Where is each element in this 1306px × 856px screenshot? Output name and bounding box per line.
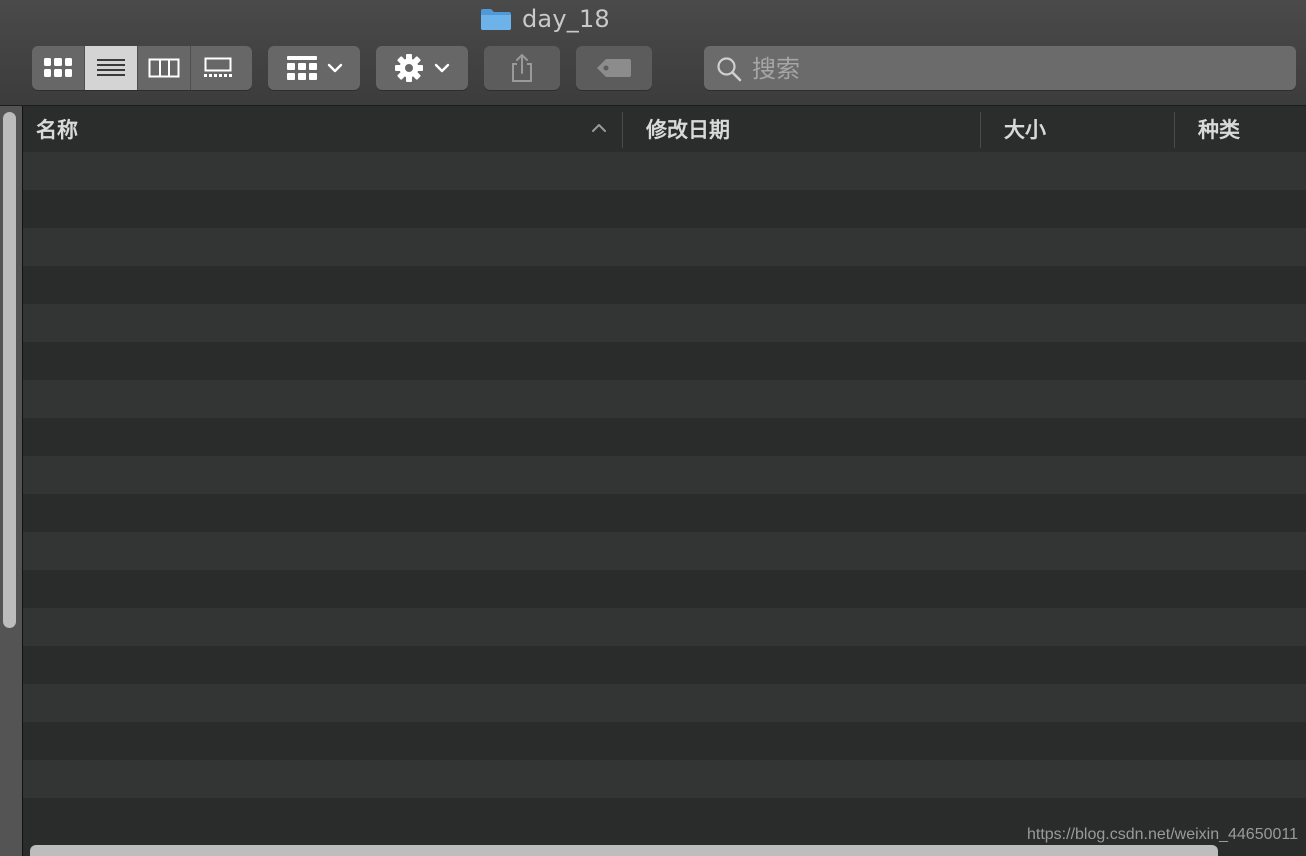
group-button[interactable] [268,46,360,90]
folder-icon [481,9,511,30]
toolbar: day_18 [0,0,1306,106]
search-input[interactable] [750,52,1284,86]
group-grid-icon [287,56,317,80]
column-divider[interactable] [622,112,623,148]
search-icon [717,57,742,82]
column-header-kind[interactable]: 种类 [1198,106,1240,152]
list-view-button[interactable] [85,46,138,90]
list-row[interactable] [23,532,1306,570]
window-title-text: day_18 [522,5,610,33]
list-row[interactable] [23,342,1306,380]
window-title: day_18 [480,4,610,34]
list-row[interactable] [23,760,1306,798]
sort-ascending-icon[interactable] [591,122,607,134]
list-row[interactable] [23,152,1306,190]
action-button[interactable] [376,46,468,90]
list-row[interactable] [23,684,1306,722]
view-mode-control [32,46,252,90]
gear-icon [395,54,423,82]
chevron-down-icon [434,63,450,73]
column-view-icon [148,58,180,78]
tag-button[interactable] [576,46,652,90]
share-button[interactable] [484,46,560,90]
list-row[interactable] [23,380,1306,418]
list-row[interactable] [23,494,1306,532]
horizontal-scrollbar[interactable] [30,845,1218,856]
chevron-down-icon [327,63,343,73]
list-view-icon [97,59,125,76]
list-row[interactable] [23,304,1306,342]
column-header-size[interactable]: 大小 [1004,106,1046,152]
list-row[interactable] [23,646,1306,684]
share-icon [512,54,532,82]
search-field[interactable] [704,46,1296,90]
icon-view-icon [44,58,72,77]
list-row[interactable] [23,722,1306,760]
vertical-scrollbar[interactable] [3,112,16,628]
gallery-view-button[interactable] [191,46,244,90]
list-row[interactable] [23,228,1306,266]
list-header: 名称 修改日期 大小 种类 [23,106,1306,153]
column-header-modified[interactable]: 修改日期 [646,106,730,152]
gallery-view-icon [203,57,232,77]
column-view-button[interactable] [138,46,191,90]
column-divider[interactable] [980,112,981,148]
list-row[interactable] [23,418,1306,456]
list-row[interactable] [23,570,1306,608]
watermark-text: https://blog.csdn.net/weixin_44650011 [1026,826,1298,843]
file-list[interactable] [23,152,1306,838]
tag-icon [597,59,631,77]
column-divider[interactable] [1174,112,1175,148]
list-row[interactable] [23,456,1306,494]
column-header-name[interactable]: 名称 [36,106,78,152]
icon-view-button[interactable] [32,46,85,90]
list-row[interactable] [23,190,1306,228]
list-row[interactable] [23,266,1306,304]
list-row[interactable] [23,608,1306,646]
